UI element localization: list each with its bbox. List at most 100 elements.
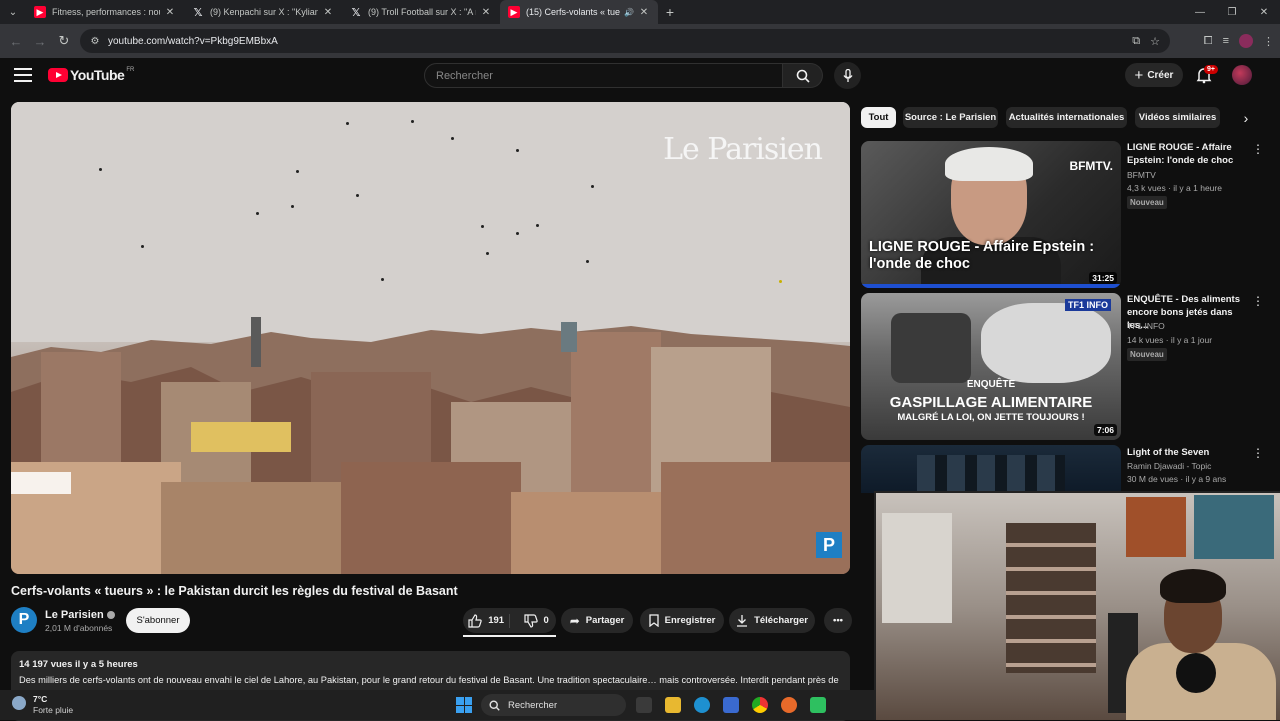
channel-watermark-logo[interactable]: P <box>816 532 842 558</box>
tab-title: (9) Kenpachi sur X : "Kylian Mb <box>210 7 318 17</box>
save-label: Enregistrer <box>664 615 716 626</box>
thumbnail-brand: BFMTV. <box>1069 159 1113 173</box>
video-title: Cerfs-volants « tueurs » : le Pakistan d… <box>11 584 458 598</box>
share-button[interactable]: ➦ Partager <box>561 608 633 633</box>
firefox-icon[interactable] <box>781 697 797 713</box>
download-button[interactable]: Télécharger <box>729 608 815 633</box>
extensions-icon[interactable]: ⧠ <box>1204 35 1213 48</box>
thumbnail-subline: MALGRÉ LA LOI, ON JETTE TOUJOURS ! <box>897 412 1085 423</box>
site-info-icon[interactable]: ⚙ <box>88 34 102 48</box>
speaker-icon[interactable]: 🔊 <box>624 8 634 17</box>
reload-icon[interactable]: ↻ <box>52 33 76 49</box>
browser-tab-2[interactable]: 𝕏 (9) Kenpachi sur X : "Kylian Mb ✕ <box>184 0 342 24</box>
recommendation-title[interactable]: Light of the Seven <box>1127 446 1247 459</box>
thumbnail-bin <box>891 313 971 383</box>
verified-icon <box>106 611 115 620</box>
minimize-icon[interactable]: — <box>1184 0 1216 24</box>
chevron-right-icon[interactable]: › <box>1236 108 1256 128</box>
thumbnail-caption: LIGNE ROUGE - Affaire Epstein : l'onde d… <box>869 239 1095 272</box>
weather-temperature[interactable]: 7°C <box>33 694 47 704</box>
channel-avatar[interactable]: P <box>11 607 37 633</box>
youtube-icon: ▶ <box>508 6 520 18</box>
chip-international-news[interactable]: Actualités internationales <box>1006 107 1127 128</box>
view-count-date: 14 197 vues il y a 5 heures <box>19 659 138 670</box>
like-underline <box>463 635 556 637</box>
menu-icon[interactable]: ⋮ <box>1263 35 1274 48</box>
new-tab-button[interactable]: + <box>658 4 682 20</box>
logo-text: YouTube <box>70 67 125 83</box>
recommendation-channel[interactable]: TF1 INFO <box>1127 321 1165 331</box>
description-text: Des milliers de cerfs-volants ont de nou… <box>19 675 839 685</box>
cast-icon[interactable]: ⧉ <box>1132 35 1140 48</box>
search-button[interactable] <box>783 63 823 88</box>
taskbar-search[interactable]: Rechercher <box>481 694 626 716</box>
video-frame-scene <box>11 102 850 574</box>
voice-search-button[interactable] <box>834 62 861 89</box>
channel-name-text: Le Parisien <box>45 609 104 621</box>
logo-country: FR <box>126 67 135 73</box>
close-icon[interactable]: ✕ <box>480 7 492 18</box>
forward-icon[interactable]: → <box>28 34 52 49</box>
browser-tab-4[interactable]: ▶ (15) Cerfs-volants « tueurs » 🔊 ✕ <box>500 0 658 24</box>
webcam-poster <box>1126 497 1186 557</box>
close-icon[interactable]: ✕ <box>322 7 334 18</box>
recommendation-thumbnail-2[interactable]: TF1 INFO ENQUÊTE GASPILLAGE ALIMENTAIRE … <box>861 293 1121 440</box>
chip-source-le-parisien[interactable]: Source : Le Parisien <box>903 107 998 128</box>
recommendation-meta: 30 M de vues · il y a 9 ans <box>1127 474 1227 484</box>
like-button[interactable]: 191 <box>463 613 511 628</box>
recommendation-channel[interactable]: BFMTV <box>1127 170 1156 180</box>
tab-group-icon[interactable]: ≡ <box>1223 35 1229 47</box>
task-view-icon[interactable] <box>636 697 652 713</box>
more-actions-button[interactable]: ••• <box>824 608 852 633</box>
maximize-icon[interactable]: ❐ <box>1216 0 1248 24</box>
video-player[interactable]: Le Parisien P <box>11 102 850 574</box>
save-button[interactable]: Enregistrer <box>640 608 724 633</box>
hamburger-menu-icon[interactable] <box>14 68 32 82</box>
webcam-microphone <box>1176 653 1216 693</box>
search-input[interactable]: Rechercher <box>424 63 783 88</box>
youtube-header: YouTube FR Rechercher + Créer 9+ <box>0 58 1280 94</box>
store-icon[interactable] <box>723 697 739 713</box>
browser-tab-3[interactable]: 𝕏 (9) Troll Football sur X : "A regu ✕ <box>342 0 500 24</box>
edge-icon[interactable] <box>694 697 710 713</box>
recommendation-channel[interactable]: Ramin Djawadi - Topic <box>1127 461 1211 471</box>
weather-icon[interactable] <box>12 696 26 710</box>
file-explorer-icon[interactable] <box>665 697 681 713</box>
thumbnail-headline: GASPILLAGE ALIMENTAIRE <box>889 394 1093 411</box>
star-icon[interactable]: ☆ <box>1150 35 1160 48</box>
recommendation-thumbnail-3[interactable] <box>861 445 1121 493</box>
chrome-icon[interactable] <box>752 697 768 713</box>
chip-all[interactable]: Tout <box>861 107 896 128</box>
create-button[interactable]: + Créer <box>1125 63 1183 87</box>
youtube-logo[interactable]: YouTube FR <box>48 67 134 83</box>
webcam-shelf <box>1006 523 1096 673</box>
chip-similar-videos[interactable]: Vidéos similaires <box>1135 107 1220 128</box>
tab-search-icon[interactable]: ⌄ <box>0 0 26 24</box>
more-vertical-icon[interactable]: ⋮ <box>1252 142 1264 156</box>
recommendation-title[interactable]: LIGNE ROUGE - Affaire Epstein: l'onde de… <box>1127 141 1247 167</box>
close-icon[interactable]: ✕ <box>638 7 650 18</box>
close-window-icon[interactable]: ✕ <box>1248 0 1280 24</box>
weather-condition[interactable]: Forte pluie <box>33 705 73 715</box>
webcam-poster <box>1194 495 1274 559</box>
back-icon[interactable]: ← <box>4 34 28 49</box>
share-icon: ➦ <box>569 613 580 628</box>
video-watermark: Le Parisien <box>663 132 823 167</box>
more-vertical-icon[interactable]: ⋮ <box>1252 294 1264 308</box>
close-icon[interactable]: ✕ <box>164 7 176 18</box>
subscribe-button[interactable]: S'abonner <box>126 608 190 633</box>
video-duration: 7:06 <box>1093 424 1117 436</box>
dislike-button[interactable]: 0 <box>516 613 556 628</box>
browser-tab-1[interactable]: ▶ Fitness, performances : nouvea ✕ <box>26 0 184 24</box>
thumbnail-hair <box>945 147 1033 181</box>
app-icon[interactable] <box>810 697 826 713</box>
profile-icon[interactable] <box>1239 34 1253 48</box>
more-vertical-icon[interactable]: ⋮ <box>1252 446 1264 460</box>
video-duration: 31:25 <box>1089 272 1117 284</box>
windows-start-icon[interactable] <box>456 697 472 713</box>
account-avatar[interactable] <box>1232 65 1252 85</box>
channel-name[interactable]: Le Parisien <box>45 609 115 621</box>
tab-title: (15) Cerfs-volants « tueurs » <box>526 7 621 17</box>
recommendation-thumbnail-1[interactable]: BFMTV. LIGNE ROUGE - Affaire Epstein : l… <box>861 141 1121 288</box>
url-field[interactable]: ⚙ youtube.com/watch?v=Pkbg9EMBbxA ⧉ ☆ <box>80 29 1170 53</box>
